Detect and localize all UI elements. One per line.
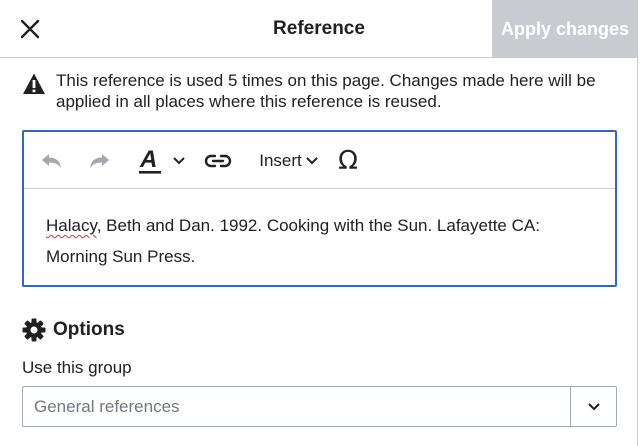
group-label: Use this group	[22, 358, 132, 377]
reference-text: , Beth and Dan. 1992. Cooking with the S…	[46, 216, 540, 266]
chevron-down-icon	[173, 156, 185, 164]
misspelled-word: Halacy	[46, 216, 97, 235]
warning-icon	[23, 73, 45, 94]
reference-content[interactable]: Halacy, Beth and Dan. 1992. Cooking with…	[46, 210, 596, 272]
reference-editor[interactable]: A Insert Ω Halacy, Beth and Dan. 1992. C…	[22, 130, 617, 287]
insert-label: Insert	[259, 150, 302, 170]
dialog-header: Reference Apply changes	[0, 0, 638, 58]
close-button[interactable]	[10, 9, 50, 49]
reuse-warning: This reference is used 5 times on this p…	[22, 70, 622, 112]
insert-menu[interactable]: Insert	[252, 132, 326, 189]
svg-text:A: A	[139, 147, 157, 173]
link-button[interactable]	[196, 132, 240, 189]
gear-icon	[22, 318, 46, 342]
undo-icon	[42, 153, 61, 168]
chevron-down-icon	[587, 402, 600, 410]
redo-icon	[90, 153, 109, 168]
editor-toolbar: A Insert Ω	[24, 132, 615, 189]
link-icon	[204, 154, 232, 167]
reference-dialog: Reference Apply changes This reference i…	[0, 0, 638, 446]
options-title: Options	[53, 319, 125, 340]
special-character-icon: Ω	[338, 145, 358, 176]
options-heading: Options	[22, 318, 125, 342]
undo-button[interactable]	[32, 132, 72, 189]
redo-button[interactable]	[79, 132, 119, 189]
warning-text: This reference is used 5 times on this p…	[56, 71, 596, 111]
text-style-menu[interactable]: A	[132, 132, 192, 189]
group-select-toggle[interactable]	[570, 387, 616, 426]
group-select[interactable]: General references	[22, 386, 617, 427]
special-character-button[interactable]: Ω	[328, 132, 368, 189]
close-icon	[20, 19, 40, 39]
chevron-down-icon	[306, 156, 318, 164]
text-style-icon: A	[139, 147, 161, 174]
apply-changes-button[interactable]: Apply changes	[492, 0, 638, 58]
group-select-value: General references	[34, 397, 180, 416]
